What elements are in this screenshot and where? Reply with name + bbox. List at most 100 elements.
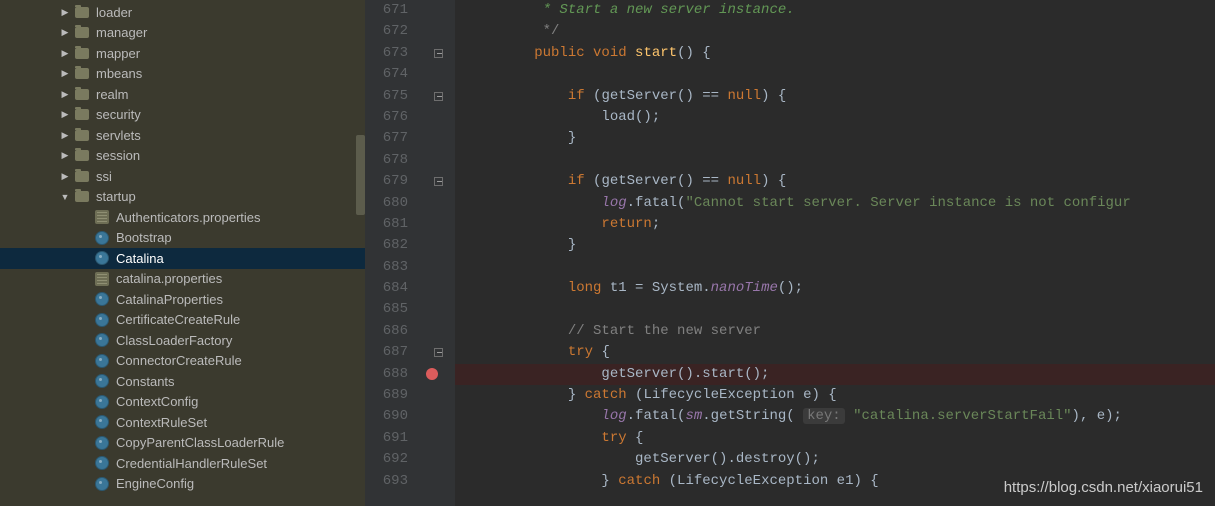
java-class-icon — [94, 230, 110, 246]
fold-toggle-icon[interactable] — [434, 177, 443, 186]
line-number: 683 — [365, 257, 408, 278]
fold-toggle-icon[interactable] — [434, 92, 443, 101]
tree-file[interactable]: ▶CopyParentClassLoaderRule — [0, 433, 365, 454]
chevron-right-icon[interactable]: ▶ — [60, 151, 70, 161]
chevron-right-icon[interactable]: ▶ — [60, 7, 70, 17]
sidebar-scrollbar[interactable] — [356, 135, 365, 215]
code-editor[interactable]: 6716726736746756766776786796806816826836… — [365, 0, 1215, 506]
code-line[interactable]: load(); — [467, 107, 1215, 128]
code-line[interactable]: try { — [467, 428, 1215, 449]
line-number: 689 — [365, 385, 408, 406]
code-line[interactable] — [467, 150, 1215, 171]
code-line[interactable]: getServer().destroy(); — [467, 449, 1215, 470]
tree-folder[interactable]: ▼ startup — [0, 187, 365, 208]
line-gutter: 6716726736746756766776786796806816826836… — [365, 0, 420, 506]
tree-folder[interactable]: ▶ssi — [0, 166, 365, 187]
java-class-icon — [94, 312, 110, 328]
line-number: 676 — [365, 107, 408, 128]
tree-item-label: Authenticators.properties — [116, 210, 261, 225]
tree-file[interactable]: ▶CertificateCreateRule — [0, 310, 365, 331]
code-line[interactable]: if (getServer() == null) { — [467, 86, 1215, 107]
tree-file[interactable]: ▶CredentialHandlerRuleSet — [0, 453, 365, 474]
tree-item-label: CopyParentClassLoaderRule — [116, 435, 284, 450]
code-line[interactable]: return; — [467, 214, 1215, 235]
code-area[interactable]: * Start a new server instance. */ public… — [455, 0, 1215, 506]
project-sidebar[interactable]: ▶loader▶manager▶mapper▶mbeans▶realm▶secu… — [0, 0, 365, 506]
tree-item-label: manager — [96, 25, 147, 40]
chevron-down-icon[interactable]: ▼ — [60, 192, 70, 202]
code-line[interactable]: log.fatal("Cannot start server. Server i… — [467, 193, 1215, 214]
code-line[interactable]: } catch (LifecycleException e1) { — [467, 471, 1215, 492]
tree-item-label: CertificateCreateRule — [116, 312, 240, 327]
chevron-right-icon[interactable]: ▶ — [60, 110, 70, 120]
code-line[interactable]: } — [467, 235, 1215, 256]
tree-item-label: ContextConfig — [116, 394, 198, 409]
line-number: 673 — [365, 43, 408, 64]
tree-folder[interactable]: ▶session — [0, 146, 365, 167]
tree-file[interactable]: ▶Authenticators.properties — [0, 207, 365, 228]
folder-icon — [74, 86, 90, 102]
tree-item-label: servlets — [96, 128, 141, 143]
code-line[interactable]: public void start() { — [467, 43, 1215, 64]
code-line[interactable]: if (getServer() == null) { — [467, 171, 1215, 192]
tree-item-label: startup — [96, 189, 136, 204]
tree-file[interactable]: ▶Catalina — [0, 248, 365, 269]
code-line[interactable]: } — [467, 128, 1215, 149]
tree-file[interactable]: ▶ContextConfig — [0, 392, 365, 413]
tree-file[interactable]: ▶catalina.properties — [0, 269, 365, 290]
line-number: 672 — [365, 21, 408, 42]
tree-file[interactable]: ▶EngineConfig — [0, 474, 365, 495]
tree-file[interactable]: ▶Bootstrap — [0, 228, 365, 249]
code-line[interactable]: long t1 = System.nanoTime(); — [467, 278, 1215, 299]
java-class-icon — [94, 414, 110, 430]
breakpoint-icon[interactable] — [426, 368, 438, 380]
tree-folder[interactable]: ▶ servlets — [0, 125, 365, 146]
java-class-icon — [94, 291, 110, 307]
code-line[interactable]: } catch (LifecycleException e) { — [467, 385, 1215, 406]
tree-folder[interactable]: ▶ security — [0, 105, 365, 126]
code-line[interactable] — [467, 257, 1215, 278]
folder-icon — [74, 127, 90, 143]
gutter-margin[interactable] — [420, 0, 455, 506]
java-class-icon — [94, 250, 110, 266]
tree-folder[interactable]: ▶ loader — [0, 2, 365, 23]
code-line[interactable] — [467, 64, 1215, 85]
code-line[interactable]: try { — [467, 342, 1215, 363]
tree-folder[interactable]: ▶ mapper — [0, 43, 365, 64]
tree-file[interactable]: ▶CatalinaProperties — [0, 289, 365, 310]
java-class-icon — [94, 332, 110, 348]
tree-file[interactable]: ▶Constants — [0, 371, 365, 392]
line-number: 693 — [365, 471, 408, 492]
code-line[interactable]: */ — [467, 21, 1215, 42]
code-line[interactable]: log.fatal(sm.getString( key: "catalina.s… — [467, 406, 1215, 427]
code-line[interactable] — [467, 299, 1215, 320]
tree-item-label: loader — [96, 5, 132, 20]
tree-file[interactable]: ▶ClassLoaderFactory — [0, 330, 365, 351]
chevron-right-icon[interactable]: ▶ — [60, 28, 70, 38]
chevron-right-icon[interactable]: ▶ — [60, 171, 70, 181]
tree-item-label: Catalina — [116, 251, 164, 266]
line-number: 671 — [365, 0, 408, 21]
chevron-right-icon[interactable]: ▶ — [60, 130, 70, 140]
code-line[interactable]: getServer().start(); — [455, 364, 1215, 385]
java-class-icon — [94, 394, 110, 410]
tree-item-label: ContextRuleSet — [116, 415, 207, 430]
fold-toggle-icon[interactable] — [434, 348, 443, 357]
tree-item-label: ClassLoaderFactory — [116, 333, 232, 348]
tree-item-label: security — [96, 107, 141, 122]
line-number: 681 — [365, 214, 408, 235]
code-line[interactable]: // Start the new server — [467, 321, 1215, 342]
tree-item-label: mapper — [96, 46, 140, 61]
tree-file[interactable]: ▶ContextRuleSet — [0, 412, 365, 433]
tree-file[interactable]: ▶ConnectorCreateRule — [0, 351, 365, 372]
chevron-right-icon[interactable]: ▶ — [60, 89, 70, 99]
code-line[interactable]: * Start a new server instance. — [467, 0, 1215, 21]
line-number: 687 — [365, 342, 408, 363]
java-class-icon — [94, 455, 110, 471]
tree-folder[interactable]: ▶mbeans — [0, 64, 365, 85]
chevron-right-icon[interactable]: ▶ — [60, 69, 70, 79]
tree-folder[interactable]: ▶ manager — [0, 23, 365, 44]
fold-toggle-icon[interactable] — [434, 49, 443, 58]
chevron-right-icon[interactable]: ▶ — [60, 48, 70, 58]
tree-folder[interactable]: ▶realm — [0, 84, 365, 105]
